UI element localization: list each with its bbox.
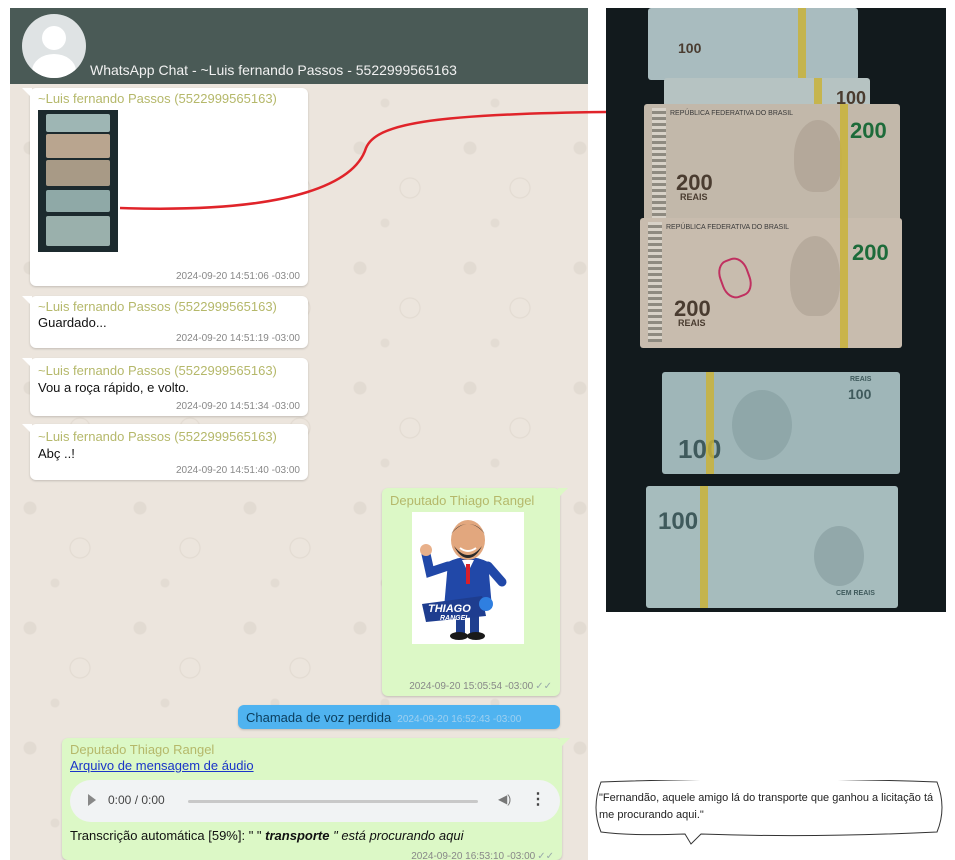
message-timestamp: 2024-09-20 16:52:43 -03:00 xyxy=(397,714,522,725)
audio-file-link[interactable]: Arquivo de mensagem de áudio xyxy=(70,758,254,773)
chat-panel: WhatsApp Chat - ~Luis fernando Passos - … xyxy=(10,8,588,860)
message-sender: Deputado Thiago Rangel xyxy=(70,742,215,757)
message-timestamp: 2024-09-20 16:53:10 -03:00 ✓✓ xyxy=(411,851,554,860)
audio-progress-bar[interactable] xyxy=(188,800,478,803)
money-photo: 100 100 REPÚBLICA FEDERATIVA DO BRASIL 2… xyxy=(606,8,946,612)
message-timestamp: 2024-09-20 14:51:40 -03:00 xyxy=(176,465,300,476)
message-sender: ~Luis fernando Passos (5522999565163) xyxy=(38,429,277,444)
sticker-text-name: THIAGO xyxy=(428,603,471,615)
audio-transcript: Transcrição automática [59%]: " " transp… xyxy=(70,828,464,843)
message-text: Guardado... xyxy=(38,315,107,330)
audio-time: 0:00 / 0:00 xyxy=(108,793,165,807)
more-options-icon[interactable]: ⋮ xyxy=(530,789,546,809)
read-receipt-icon: ✓✓ xyxy=(535,681,552,692)
banknote-stack: 100 xyxy=(648,8,858,80)
banknote-stack: REPÚBLICA FEDERATIVA DO BRASIL 200 REAIS… xyxy=(644,104,900,222)
chat-header: WhatsApp Chat - ~Luis fernando Passos - … xyxy=(10,8,588,84)
message-timestamp: 2024-09-20 14:51:19 -03:00 xyxy=(176,333,300,344)
message-text: Vou a roça rápido, e volto. xyxy=(38,380,190,395)
message-sender: Deputado Thiago Rangel xyxy=(390,493,535,508)
message-text: Abç ..! xyxy=(38,446,75,461)
money-thumbnail[interactable] xyxy=(38,110,118,252)
chat-title: WhatsApp Chat - ~Luis fernando Passos - … xyxy=(90,62,457,78)
message-timestamp: 2024-09-20 14:51:06 -03:00 xyxy=(176,271,300,282)
missed-call-label: Chamada de voz perdida xyxy=(246,710,392,725)
volume-icon[interactable]: ◀) xyxy=(498,792,511,806)
message-audio[interactable]: Deputado Thiago Rangel Arquivo de mensag… xyxy=(62,738,570,860)
message-sender: ~Luis fernando Passos (5522999565163) xyxy=(38,299,277,314)
message-sender: ~Luis fernando Passos (5522999565163) xyxy=(38,363,277,378)
message-sender: ~Luis fernando Passos (5522999565163) xyxy=(38,91,277,106)
sticker-text-surname: RANGEL xyxy=(440,615,470,622)
message-sticker[interactable]: Deputado Thiago Rangel THIAGO RANGEL 202… xyxy=(382,488,568,696)
callout-text: "Fernandão, aquele amigo lá do transport… xyxy=(599,792,934,821)
banknote-stack: 100 CEM REAIS xyxy=(646,486,898,608)
message-bubble[interactable]: ~Luis fernando Passos (5522999565163) Ab… xyxy=(22,424,308,480)
message-bubble[interactable]: ~Luis fernando Passos (5522999565163) Vo… xyxy=(22,358,308,416)
audio-player[interactable]: 0:00 / 0:00 ◀) ⋮ xyxy=(70,780,560,822)
speech-callout: "Fernandão, aquele amigo lá do transport… xyxy=(591,780,947,845)
message-bubble[interactable]: ~Luis fernando Passos (5522999565163) Gu… xyxy=(22,296,308,348)
banknote-stack: 100 100 REAIS xyxy=(662,372,900,474)
read-receipt-icon: ✓✓ xyxy=(537,851,554,860)
contact-avatar[interactable] xyxy=(22,14,86,78)
message-timestamp: 2024-09-20 15:05:54 -03:00 ✓✓ xyxy=(409,681,552,692)
caricature-sticker[interactable]: THIAGO RANGEL xyxy=(412,512,524,644)
play-icon[interactable] xyxy=(88,794,96,806)
message-image[interactable]: ~Luis fernando Passos (5522999565163) 20… xyxy=(22,88,308,286)
message-timestamp: 2024-09-20 14:51:34 -03:00 xyxy=(176,401,300,412)
banknote-stack: REPÚBLICA FEDERATIVA DO BRASIL 200 REAIS… xyxy=(640,218,902,348)
missed-call-message[interactable]: Chamada de voz perdida 2024-09-20 16:52:4… xyxy=(238,705,560,729)
